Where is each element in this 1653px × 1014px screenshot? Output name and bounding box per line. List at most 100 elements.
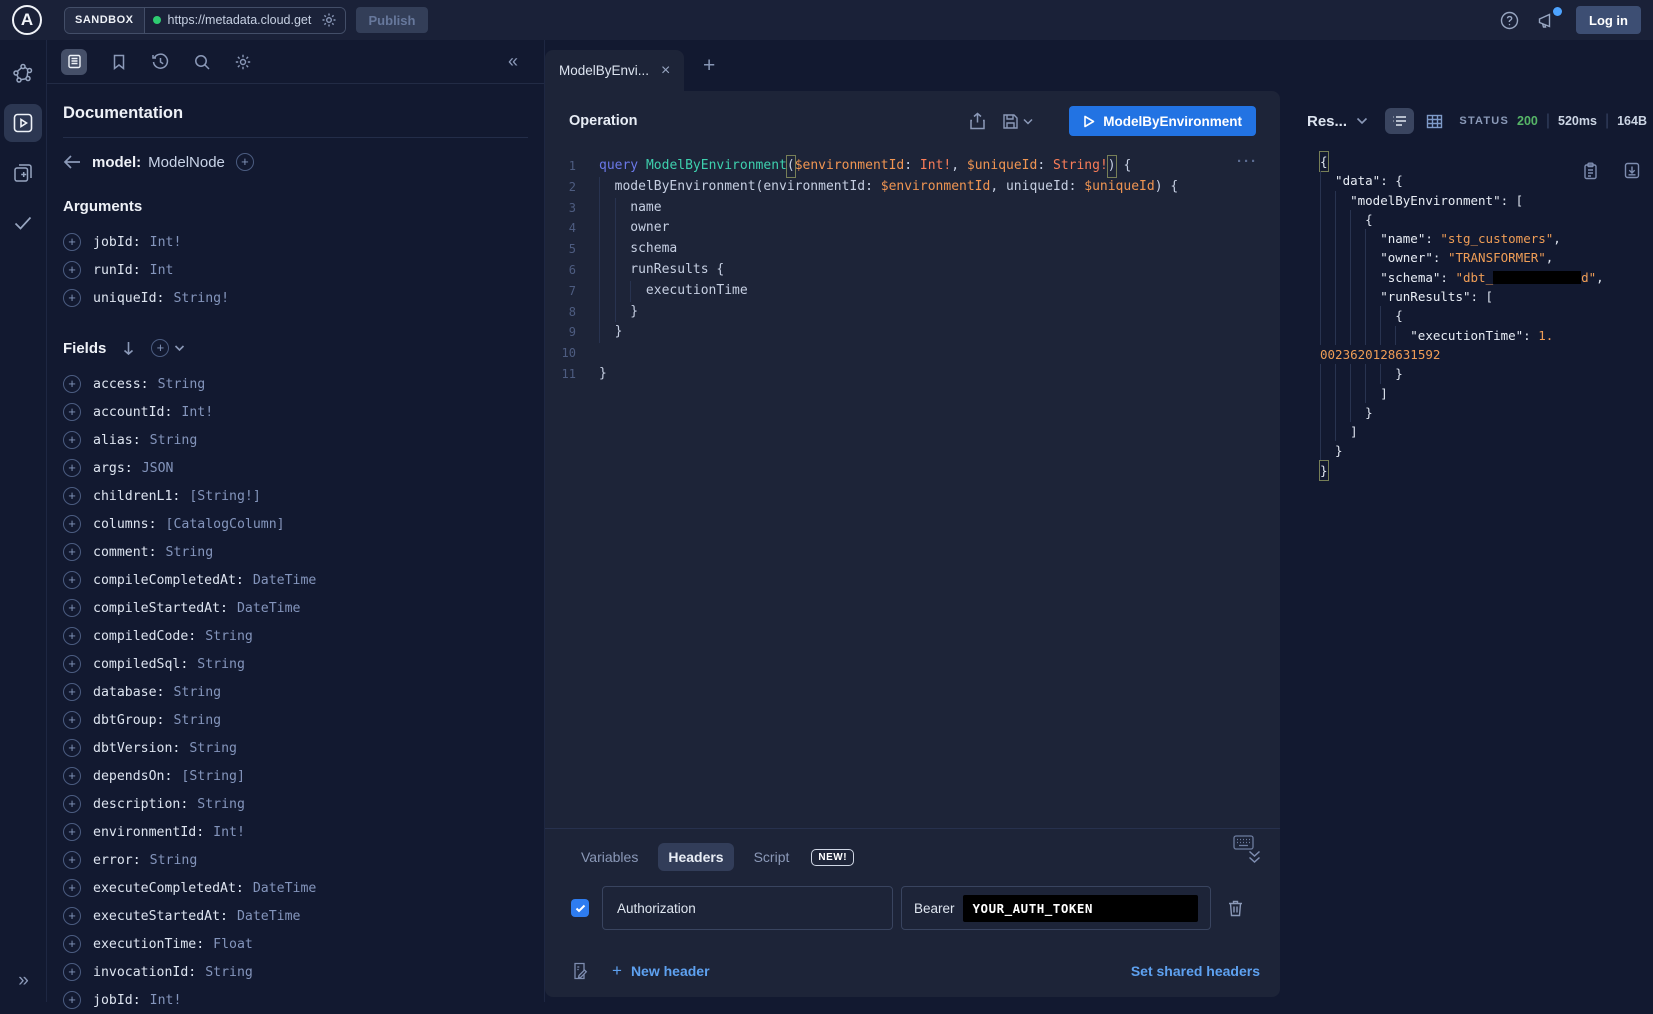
collapse-docs-icon[interactable]: «: [508, 51, 530, 72]
field-type[interactable]: String: [166, 545, 214, 560]
field-type[interactable]: Int!: [150, 235, 182, 250]
field-type[interactable]: Int!: [150, 993, 182, 1008]
response-panel-title[interactable]: Res...: [1307, 113, 1347, 130]
close-tab-icon[interactable]: ×: [661, 62, 670, 80]
field-type[interactable]: String: [189, 741, 237, 756]
tab-headers[interactable]: Headers: [658, 843, 733, 871]
field-type[interactable]: DateTime: [237, 601, 301, 616]
field-name[interactable]: dbtVersion:: [93, 741, 180, 756]
add-field-to-query-icon[interactable]: +: [63, 711, 81, 729]
field-type[interactable]: String: [150, 853, 198, 868]
raw-view-toggle-icon[interactable]: [1385, 108, 1414, 134]
add-field-to-query-icon[interactable]: +: [63, 627, 81, 645]
operation-tab[interactable]: ModelByEnvi... ×: [545, 50, 684, 91]
add-field-to-query-icon[interactable]: +: [63, 795, 81, 813]
field-type[interactable]: String: [205, 629, 253, 644]
field-name[interactable]: jobId:: [93, 235, 141, 250]
collapse-request-panel-icon[interactable]: [1247, 850, 1262, 864]
endpoint-settings-gear-icon[interactable]: [321, 12, 337, 28]
field-name[interactable]: runId:: [93, 263, 141, 278]
field-name[interactable]: compiledCode:: [93, 629, 196, 644]
field-type[interactable]: String: [197, 797, 245, 812]
field-name[interactable]: childrenL1:: [93, 489, 180, 504]
add-field-to-query-icon[interactable]: +: [63, 963, 81, 981]
field-type-link[interactable]: ModelNode: [148, 154, 225, 171]
add-field-to-query-icon[interactable]: +: [63, 233, 81, 251]
add-field-to-query-icon[interactable]: +: [63, 375, 81, 393]
table-view-toggle-icon[interactable]: [1426, 114, 1443, 129]
field-name[interactable]: invocationId:: [93, 965, 196, 980]
set-shared-headers-link[interactable]: Set shared headers: [1131, 963, 1260, 979]
add-field-to-query-icon[interactable]: +: [63, 935, 81, 953]
sidebar-item-collections[interactable]: [4, 154, 42, 192]
query-editor[interactable]: 1query ModelByEnvironment($environmentId…: [545, 151, 1280, 385]
field-type[interactable]: [CatalogColumn]: [166, 517, 285, 532]
field-type[interactable]: [String!]: [189, 489, 260, 504]
run-operation-button[interactable]: ModelByEnvironment: [1069, 106, 1256, 136]
back-arrow-icon[interactable]: [63, 155, 81, 169]
login-button[interactable]: Log in: [1576, 6, 1641, 34]
sidebar-item-checks[interactable]: [4, 204, 42, 242]
field-name[interactable]: error:: [93, 853, 141, 868]
field-type[interactable]: JSON: [142, 461, 174, 476]
share-operation-icon[interactable]: [969, 112, 986, 130]
field-name[interactable]: compileCompletedAt:: [93, 573, 244, 588]
field-name[interactable]: compiledSql:: [93, 657, 188, 672]
field-name[interactable]: columns:: [93, 517, 157, 532]
header-value-input[interactable]: Bearer YOUR_AUTH_TOKEN: [901, 886, 1211, 930]
field-name[interactable]: accountId:: [93, 405, 172, 420]
add-field-to-query-icon[interactable]: +: [63, 823, 81, 841]
field-name[interactable]: compileStartedAt:: [93, 601, 228, 616]
search-icon[interactable]: [193, 53, 211, 71]
add-field-to-query-icon[interactable]: +: [63, 599, 81, 617]
endpoint-url-box[interactable]: https://metadata.cloud.get: [145, 8, 345, 33]
add-field-to-query-icon[interactable]: +: [63, 403, 81, 421]
announcements-megaphone-icon[interactable]: [1537, 11, 1558, 30]
field-type[interactable]: String: [205, 965, 253, 980]
add-field-to-query-icon[interactable]: +: [63, 261, 81, 279]
field-name[interactable]: executeStartedAt:: [93, 909, 228, 924]
field-name[interactable]: comment:: [93, 545, 157, 560]
add-field-to-query-icon[interactable]: +: [63, 879, 81, 897]
explorer-settings-gear-icon[interactable]: [234, 53, 252, 71]
add-all-fields-icon[interactable]: +: [151, 339, 169, 357]
add-field-to-query-icon[interactable]: +: [63, 459, 81, 477]
field-type[interactable]: String: [173, 713, 221, 728]
add-field-to-query-icon[interactable]: +: [63, 571, 81, 589]
add-field-to-query-icon[interactable]: +: [63, 907, 81, 925]
add-field-to-query-icon[interactable]: +: [63, 739, 81, 757]
publish-button[interactable]: Publish: [356, 7, 429, 33]
field-name[interactable]: uniqueId:: [93, 291, 164, 306]
field-name[interactable]: executeCompletedAt:: [93, 881, 244, 896]
delete-header-trash-icon[interactable]: [1227, 899, 1244, 917]
field-type[interactable]: [String]: [181, 769, 245, 784]
save-options-chevron-down-icon[interactable]: [1023, 118, 1033, 125]
field-name[interactable]: dependsOn:: [93, 769, 172, 784]
sidebar-item-explorer[interactable]: [4, 104, 42, 142]
endpoint-url[interactable]: https://metadata.cloud.get: [168, 13, 314, 27]
field-type[interactable]: Int!: [213, 825, 245, 840]
field-type[interactable]: DateTime: [253, 881, 317, 896]
header-enabled-checkbox[interactable]: [571, 899, 589, 917]
field-type[interactable]: Int: [150, 263, 174, 278]
add-field-to-query-icon[interactable]: +: [63, 683, 81, 701]
field-type[interactable]: DateTime: [237, 909, 301, 924]
header-name-input[interactable]: Authorization: [602, 886, 893, 930]
help-icon[interactable]: [1500, 11, 1519, 30]
field-type[interactable]: DateTime: [253, 573, 317, 588]
field-name[interactable]: access:: [93, 377, 149, 392]
field-name[interactable]: executionTime:: [93, 937, 204, 952]
sidebar-item-schema[interactable]: [4, 54, 42, 92]
new-header-button[interactable]: + New header: [612, 961, 710, 981]
field-name[interactable]: database:: [93, 685, 164, 700]
operation-menu-ellipsis-icon[interactable]: ···: [1237, 153, 1258, 170]
field-name[interactable]: dbtGroup:: [93, 713, 164, 728]
field-type[interactable]: String: [158, 377, 206, 392]
save-operation-icon[interactable]: [1002, 113, 1019, 130]
tab-variables[interactable]: Variables: [571, 843, 648, 871]
tab-script[interactable]: Script: [744, 843, 800, 871]
add-field-to-query-icon[interactable]: +: [63, 431, 81, 449]
field-name[interactable]: description:: [93, 797, 188, 812]
field-type[interactable]: String: [173, 685, 221, 700]
response-dropdown-chevron-icon[interactable]: [1356, 117, 1368, 125]
